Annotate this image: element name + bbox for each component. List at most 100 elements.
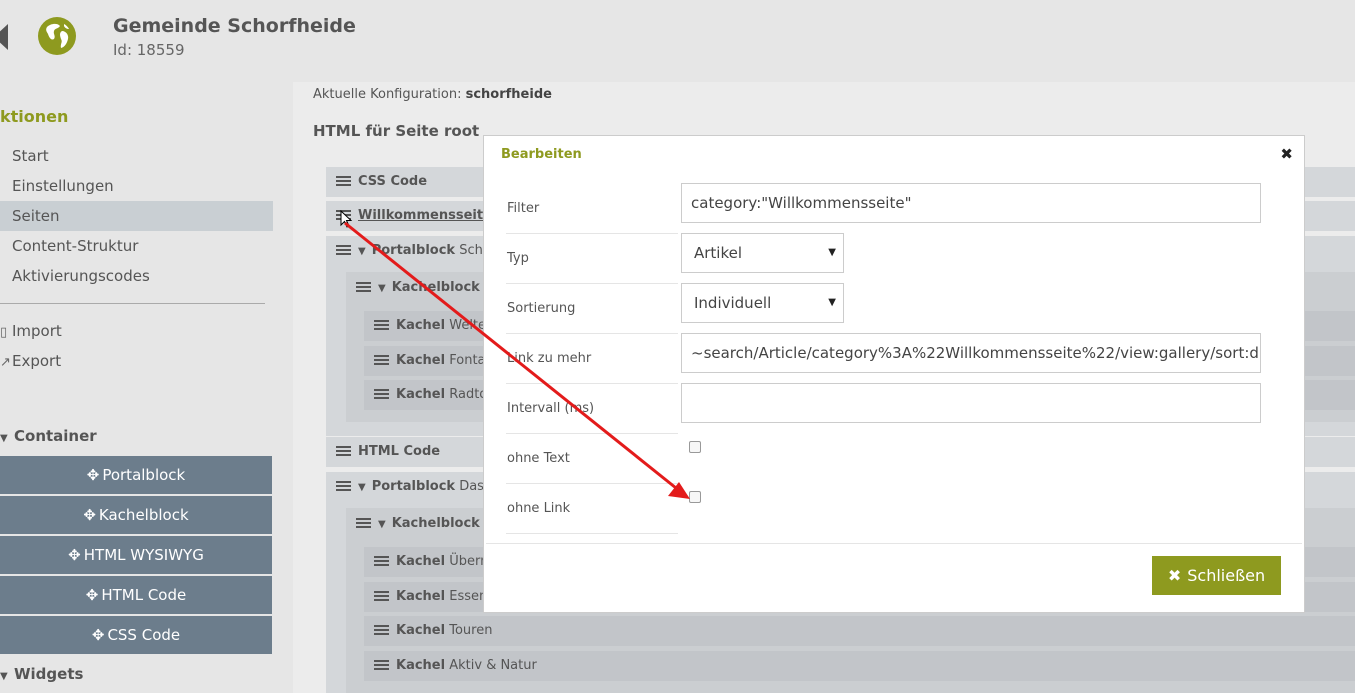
export-label: Export bbox=[12, 352, 62, 370]
tree-row-text: Sch bbox=[459, 243, 483, 258]
drag-handle-icon[interactable] bbox=[356, 282, 371, 292]
tree-row-type: Kachelblock bbox=[391, 516, 480, 531]
import-action[interactable]: ▯ Import bbox=[0, 322, 62, 340]
drag-handle-icon[interactable] bbox=[336, 176, 351, 186]
drag-handle-icon[interactable] bbox=[336, 245, 351, 255]
schliessen-label: Schließen bbox=[1187, 566, 1266, 585]
page-heading: HTML für Seite root bbox=[313, 122, 480, 140]
ohne-link-checkbox[interactable] bbox=[689, 491, 701, 503]
drag-handle-icon[interactable] bbox=[374, 355, 389, 365]
import-label: Import bbox=[12, 322, 62, 340]
drag-html-wysiwyg-label: HTML WYSIWYG bbox=[83, 546, 204, 564]
drag-handle-icon[interactable] bbox=[336, 481, 351, 491]
drag-handle-icon[interactable] bbox=[374, 556, 389, 566]
widgets-heading: Widgets bbox=[14, 665, 84, 683]
ohne-text-checkbox[interactable] bbox=[689, 441, 701, 453]
organization-id: Id: 18559 bbox=[113, 41, 185, 59]
dialog-footer-divider bbox=[486, 543, 1302, 544]
sortierung-select-value: Individuell bbox=[694, 294, 772, 312]
caret-down-icon: ▼ bbox=[0, 433, 8, 444]
widgets-group-toggle[interactable]: ▼ Widgets bbox=[0, 665, 83, 683]
sortierung-row: Sortierung bbox=[506, 284, 678, 334]
current-config: Aktuelle Konfiguration: schorfheide bbox=[313, 87, 552, 102]
link-input[interactable]: ~search/Article/category%3A%22Willkommen… bbox=[681, 333, 1261, 373]
tree-row-kachel[interactable]: Kachel Touren bbox=[364, 616, 1355, 646]
filter-input[interactable]: category:"Willkommensseite" bbox=[681, 183, 1261, 223]
config-value: schorfheide bbox=[465, 87, 552, 102]
mouse-cursor-icon bbox=[340, 210, 353, 228]
select-caret-icon: ▼ bbox=[828, 297, 836, 308]
tree-row-type: Kachel bbox=[396, 353, 446, 368]
typ-select[interactable]: Artikel ▼ bbox=[681, 233, 844, 273]
container-group-toggle[interactable]: ▼ Container bbox=[0, 427, 97, 445]
drag-css-code-button[interactable]: ✥ CSS Code bbox=[0, 616, 272, 654]
intervall-input[interactable] bbox=[681, 383, 1261, 423]
sortierung-select[interactable]: Individuell ▼ bbox=[681, 283, 844, 323]
export-action[interactable]: ↗Export bbox=[0, 352, 61, 370]
dialog-title: Bearbeiten bbox=[501, 147, 582, 162]
drag-portalblock-button[interactable]: ✥ Portalblock bbox=[0, 456, 272, 494]
drag-portalblock-label: Portalblock bbox=[102, 466, 186, 484]
drag-handle-icon[interactable] bbox=[374, 389, 389, 399]
drag-handle-icon[interactable] bbox=[336, 446, 351, 456]
tree-row-type: Kachel bbox=[396, 623, 446, 638]
tree-row-text: Touren bbox=[449, 623, 493, 638]
ohne-link-label: ohne Link bbox=[507, 501, 571, 516]
caret-down-icon[interactable]: ▼ bbox=[378, 519, 386, 530]
tree-row-type: Portalblock bbox=[371, 479, 456, 494]
tree-row-type: Kachelblock bbox=[391, 280, 480, 295]
ohne-text-label: ohne Text bbox=[507, 451, 570, 466]
sidebar-item-content-struktur[interactable]: Content-Struktur bbox=[0, 231, 273, 261]
back-icon[interactable] bbox=[0, 24, 8, 50]
tree-row-text: Welte bbox=[449, 318, 487, 333]
drag-handle-icon[interactable] bbox=[356, 518, 371, 528]
ohne-text-row: ohne Text bbox=[506, 434, 678, 484]
move-icon: ✥ bbox=[83, 506, 96, 524]
drag-css-code-label: CSS Code bbox=[107, 626, 181, 644]
drag-html-code-button[interactable]: ✥ HTML Code bbox=[0, 576, 272, 614]
drag-handle-icon[interactable] bbox=[374, 320, 389, 330]
filter-label: Filter bbox=[507, 201, 540, 216]
move-icon: ✥ bbox=[91, 626, 105, 644]
caret-down-icon[interactable]: ▼ bbox=[358, 246, 366, 257]
globe-icon bbox=[38, 17, 76, 55]
sidebar-divider bbox=[0, 303, 265, 304]
drag-handle-icon[interactable] bbox=[374, 660, 389, 670]
tree-row-text: Radto bbox=[449, 387, 488, 402]
move-icon: ✥ bbox=[68, 546, 81, 564]
intervall-row: Intervall (ms) bbox=[506, 384, 678, 434]
typ-label: Typ bbox=[507, 251, 529, 266]
drag-handle-icon[interactable] bbox=[374, 591, 389, 601]
schliessen-button[interactable]: ✖ Schließen bbox=[1152, 556, 1281, 595]
organization-title: Gemeinde Schorfheide bbox=[113, 15, 356, 37]
tree-row-type: CSS Code bbox=[358, 174, 428, 189]
drag-html-wysiwyg-button[interactable]: ✥ HTML WYSIWYG bbox=[0, 536, 272, 574]
edit-dialog: Bearbeiten ✖ Filter category:"Willkommen… bbox=[483, 135, 1305, 613]
sortierung-label: Sortierung bbox=[507, 301, 576, 316]
import-icon: ▯ bbox=[0, 325, 8, 340]
tree-row-type: Willkommensseite bbox=[358, 208, 492, 223]
container-heading: Container bbox=[14, 427, 97, 445]
typ-row: Typ bbox=[506, 234, 678, 284]
drag-kachelblock-label: Kachelblock bbox=[98, 506, 189, 524]
move-icon: ✥ bbox=[86, 466, 100, 484]
caret-down-icon: ▼ bbox=[0, 671, 8, 682]
close-icon[interactable]: ✖ bbox=[1280, 145, 1293, 163]
tree-row-type: Portalblock bbox=[371, 243, 456, 258]
caret-down-icon[interactable]: ▼ bbox=[358, 482, 366, 493]
actions-heading: ktionen bbox=[0, 107, 69, 126]
sidebar-item-aktivierungscodes[interactable]: Aktivierungscodes bbox=[0, 261, 273, 291]
drag-handle-icon[interactable] bbox=[374, 625, 389, 635]
caret-down-icon[interactable]: ▼ bbox=[378, 283, 386, 294]
typ-select-value: Artikel bbox=[694, 244, 743, 262]
select-caret-icon: ▼ bbox=[828, 247, 836, 258]
sidebar-item-start[interactable]: Start bbox=[0, 141, 273, 171]
tree-row-type: Kachel bbox=[396, 658, 446, 673]
sidebar-item-einstellungen[interactable]: Einstellungen bbox=[0, 171, 273, 201]
sidebar-item-seiten[interactable]: Seiten bbox=[0, 201, 273, 231]
tree-row-type: Kachel bbox=[396, 318, 446, 333]
tree-row-kachel[interactable]: Kachel Aktiv & Natur bbox=[364, 651, 1355, 681]
filter-row: Filter bbox=[506, 184, 678, 234]
drag-kachelblock-button[interactable]: ✥ Kachelblock bbox=[0, 496, 272, 534]
move-icon: ✥ bbox=[85, 586, 99, 604]
